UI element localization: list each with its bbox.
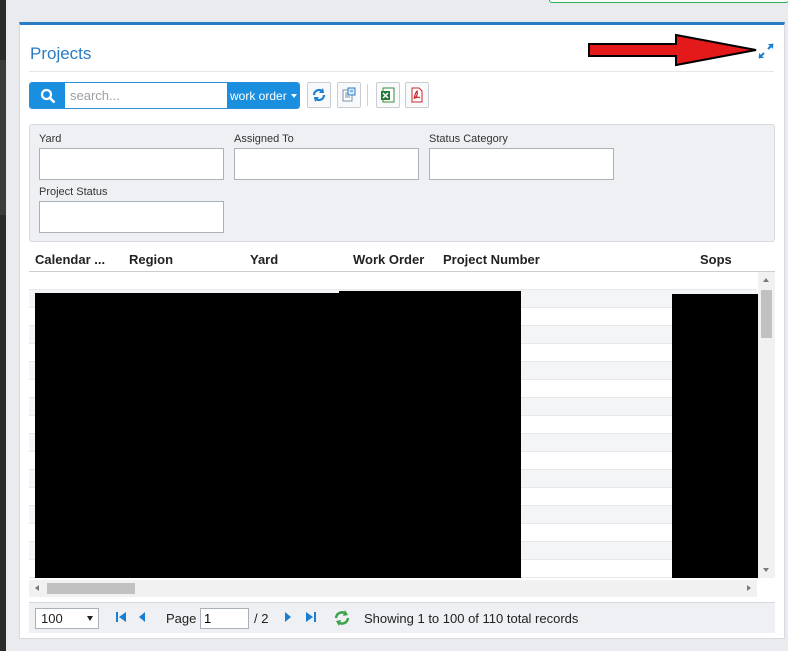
search-field-dropdown[interactable]: work order [227,83,299,108]
excel-export-icon [381,87,395,103]
grid-pager: 100 Page / 2 Showing 1 to 100 of 110 tot… [29,602,775,633]
redacted-region [672,294,758,578]
status-category-filter-input[interactable] [429,148,614,180]
window-edge [0,0,6,651]
chevron-down-icon [290,93,297,98]
scroll-up-arrow-icon[interactable] [763,278,769,282]
redacted-region [339,291,521,578]
assigned-to-label: Assigned To [234,133,294,145]
table-row[interactable] [29,272,757,290]
export-excel-button[interactable] [376,82,400,108]
page-number-input[interactable] [200,608,249,629]
assigned-to-filter-input[interactable] [234,148,419,180]
top-green-button-edge[interactable] [549,0,788,3]
scroll-left-arrow-icon[interactable] [35,585,39,591]
search-group: work order [29,82,300,109]
page-size-value: 100 [41,611,63,626]
project-status-filter-input[interactable] [39,201,224,233]
chevron-down-icon [87,616,93,621]
reload-icon[interactable] [334,610,350,626]
export-pdf-button[interactable] [405,82,429,108]
filter-panel: Yard Assigned To Status Category Project… [29,124,775,242]
column-chooser-button[interactable] [337,82,361,108]
column-header-work-order[interactable]: Work Order [353,252,424,267]
expand-icon[interactable] [757,42,775,60]
column-header-region[interactable]: Region [129,252,173,267]
toolbar-separator [367,84,368,106]
page-total: / 2 [254,611,269,626]
refresh-icon [312,88,326,102]
projects-panel: Projects work order [19,22,785,639]
pdf-export-icon [411,87,423,103]
annotation-arrow [588,33,757,67]
horizontal-scrollbar[interactable] [29,580,757,597]
grid-header: Calendar ... Region Yard Work Order Proj… [29,247,775,272]
search-button[interactable] [30,83,65,108]
column-header-sops[interactable]: Sops [700,252,732,267]
column-header-calendar[interactable]: Calendar ... [35,252,105,267]
refresh-button[interactable] [307,82,331,108]
search-field-label: work order [230,88,287,103]
column-header-project-number[interactable]: Project Number [443,252,540,267]
search-icon [40,88,55,103]
vertical-scroll-thumb[interactable] [761,290,772,338]
page-label: Page [166,611,197,626]
column-chooser-icon [342,87,356,102]
projects-grid: Calendar ... Region Yard Work Order Proj… [29,247,775,599]
column-header-yard[interactable]: Yard [250,252,278,267]
redacted-region [35,293,339,578]
panel-title: Projects [30,44,92,63]
scroll-right-arrow-icon[interactable] [747,585,751,591]
page-size-select[interactable]: 100 [35,608,99,629]
project-status-label: Project Status [39,186,108,198]
last-page-icon[interactable] [305,611,317,623]
scroll-down-arrow-icon[interactable] [763,568,769,572]
vertical-scrollbar[interactable] [758,272,775,578]
prev-page-icon[interactable] [137,611,147,623]
title-divider [29,71,774,72]
yard-filter-input[interactable] [39,148,224,180]
horizontal-scroll-thumb[interactable] [47,583,135,594]
first-page-icon[interactable] [115,611,127,623]
next-page-icon[interactable] [283,611,293,623]
status-category-label: Status Category [429,133,508,145]
record-summary: Showing 1 to 100 of 110 total records [364,611,579,626]
yard-label: Yard [39,133,62,145]
search-input[interactable] [66,83,226,108]
